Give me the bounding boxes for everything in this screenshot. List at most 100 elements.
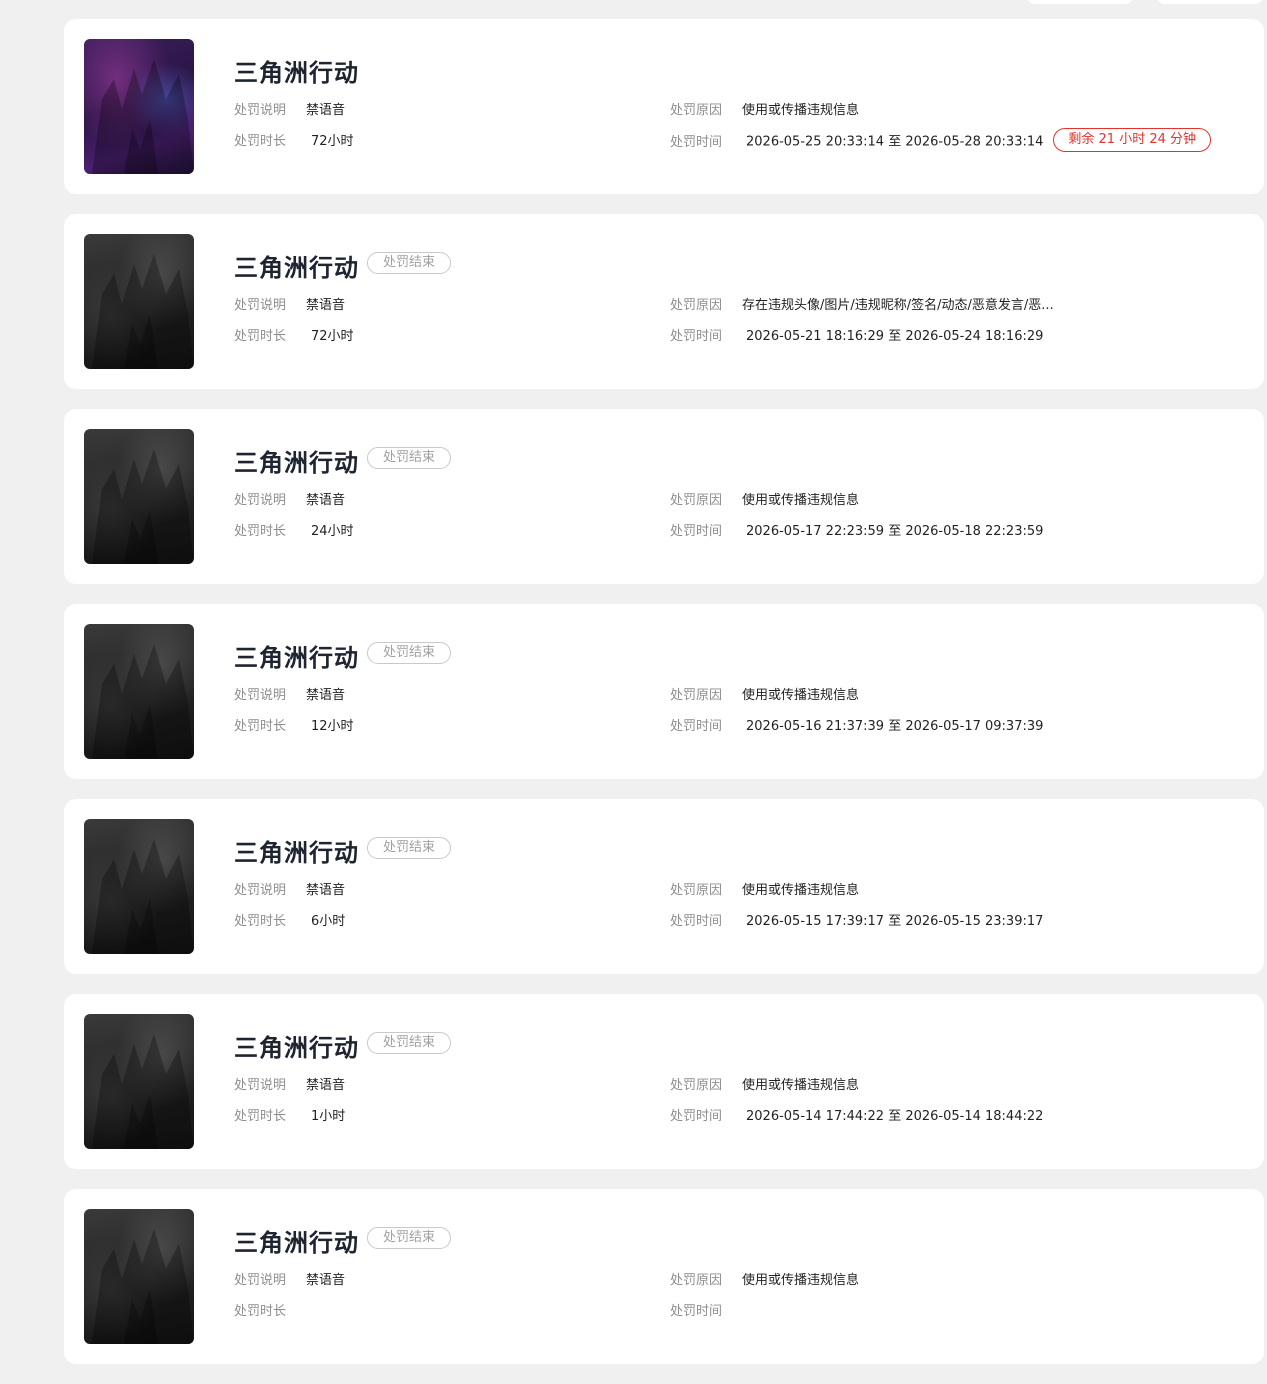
reason-label: 处罚原因 <box>670 1078 723 1093</box>
desc-row: 处罚说明 禁语音 <box>234 1074 345 1093</box>
game-title: 三角洲行动 <box>234 449 359 477</box>
duration-label: 处罚时长 <box>234 1304 287 1319</box>
time-row: 处罚时间 2026-05-14 17:44:22 至 2026-05-14 18:… <box>670 1105 1043 1124</box>
desc-label: 处罚说明 <box>234 103 287 118</box>
desc-row: 处罚说明 禁语音 <box>234 294 345 313</box>
desc-value: 禁语音 <box>306 298 346 313</box>
penalty-record-card: 三角洲行动 处罚结束处罚说明 禁语音处罚时长 6小时 处罚原因 使用或传播违规信息处罚时间… <box>64 799 1264 974</box>
reason-label: 处罚原因 <box>670 883 723 898</box>
reason-row: 处罚原因 使用或传播违规信息 <box>670 99 859 118</box>
duration-value: 6小时 <box>311 914 346 929</box>
game-cover-image <box>84 819 194 954</box>
reason-row: 处罚原因 使用或传播违规信息 <box>670 879 859 898</box>
game-title: 三角洲行动 <box>234 1229 359 1257</box>
duration-value: 1小时 <box>311 1109 346 1124</box>
game-cover-image <box>84 1014 194 1149</box>
time-row: 处罚时间 2026-05-21 18:16:29 至 2026-05-24 18:… <box>670 325 1043 344</box>
penalty-record-card: 三角洲行动 处罚结束处罚说明 禁语音处罚时长 1小时 处罚原因 使用或传播违规信息处罚时间… <box>64 994 1264 1169</box>
duration-row: 处罚时长 12小时 <box>234 715 354 734</box>
top-filter-button-1[interactable] <box>1026 0 1134 4</box>
remaining-time-badge: 剩余 21 小时 24 分钟 <box>1053 128 1212 152</box>
penalty-record-card: 三角洲行动 处罚结束处罚说明 禁语音处罚时长 72小时 处罚原因 存在违规头像/图片/违规… <box>64 214 1264 389</box>
time-row: 处罚时间 2026-05-16 21:37:39 至 2026-05-17 09:… <box>670 715 1043 734</box>
status-badge-ended: 处罚结束 <box>367 1227 451 1249</box>
desc-label: 处罚说明 <box>234 1078 287 1093</box>
status-badge-ended: 处罚结束 <box>367 837 451 859</box>
duration-label: 处罚时长 <box>234 134 287 149</box>
reason-label: 处罚原因 <box>670 298 723 313</box>
game-title: 三角洲行动 <box>234 254 359 282</box>
time-value: 2026-05-25 20:33:14 至 2026-05-28 20:33:1… <box>746 134 1044 150</box>
reason-label: 处罚原因 <box>670 688 723 703</box>
duration-label: 处罚时长 <box>234 329 287 344</box>
penalty-record-card: 三角洲行动 处罚结束 处罚说明 禁语音 处罚时长 12小时 处罚原因 使用或传播违规信息 处罚时… <box>64 604 1264 779</box>
time-value: 2026-05-16 21:37:39 至 2026-05-17 09:37:3… <box>746 719 1044 734</box>
penalty-record-card: 三角洲行动 处罚结束处罚说明 禁语音处罚时长 24小时 处罚原因 使用或传播违规信息处罚时… <box>64 409 1264 584</box>
time-row: 处罚时间 2026-05-17 22:23:59 至 2026-05-18 22:… <box>670 520 1043 539</box>
duration-row: 处罚时长 <box>234 1300 311 1319</box>
time-label: 处罚时间 <box>670 719 723 734</box>
desc-label: 处罚说明 <box>234 1273 287 1288</box>
time-value: 2026-05-17 22:23:59 至 2026-05-18 22:23:5… <box>746 524 1044 539</box>
desc-label: 处罚说明 <box>234 688 287 703</box>
duration-row: 处罚时长 24小时 <box>234 520 354 539</box>
duration-row: 处罚时长 72小时 <box>234 130 354 149</box>
time-row: 处罚时间 <box>670 1300 746 1319</box>
penalty-record-card: 三角洲行动 处罚说明 禁语音 处罚时长 72小时 处罚原因 使用或传播违规信息 处罚时间 202… <box>64 19 1264 194</box>
duration-label: 处罚时长 <box>234 524 287 539</box>
desc-label: 处罚说明 <box>234 883 287 898</box>
status-badge-ended: 处罚结束 <box>367 252 451 274</box>
reason-row: 处罚原因 使用或传播违规信息 <box>670 1074 859 1093</box>
status-badge-ended: 处罚结束 <box>367 642 451 664</box>
desc-value: 禁语音 <box>306 493 346 508</box>
reason-row: 处罚原因 存在违规头像/图片/违规昵称/签名/动态/恶意发言/恶... <box>670 294 1054 313</box>
reason-label: 处罚原因 <box>670 1273 723 1288</box>
duration-label: 处罚时长 <box>234 719 287 734</box>
game-cover-image <box>84 429 194 564</box>
game-title: 三角洲行动 <box>234 1034 359 1062</box>
duration-value: 12小时 <box>311 719 354 734</box>
game-cover-image <box>84 234 194 369</box>
penalty-record-card: 三角洲行动 处罚结束处罚说明 禁语音处罚时长 处罚原因 使用或传播违规信息处罚时间 <box>64 1189 1264 1364</box>
reason-value: 使用或传播违规信息 <box>742 1078 860 1093</box>
reason-value: 使用或传播违规信息 <box>742 688 860 703</box>
duration-row: 处罚时长 1小时 <box>234 1105 345 1124</box>
time-row: 处罚时间 2026-05-25 20:33:14 至 2026-05-28 20:… <box>670 128 1212 154</box>
reason-value: 使用或传播违规信息 <box>742 1273 860 1288</box>
desc-label: 处罚说明 <box>234 298 287 313</box>
time-label: 处罚时间 <box>670 524 723 539</box>
reason-row: 处罚原因 使用或传播违规信息 <box>670 684 859 703</box>
reason-value: 使用或传播违规信息 <box>742 493 860 508</box>
time-label: 处罚时间 <box>670 1304 723 1319</box>
reason-label: 处罚原因 <box>670 103 723 118</box>
desc-value: 禁语音 <box>306 883 346 898</box>
game-cover-image <box>84 624 194 759</box>
duration-label: 处罚时长 <box>234 1109 287 1124</box>
reason-value: 存在违规头像/图片/违规昵称/签名/动态/恶意发言/恶... <box>742 298 1054 313</box>
top-filter-button-2[interactable] <box>1156 0 1264 4</box>
status-badge-ended: 处罚结束 <box>367 447 451 469</box>
reason-row: 处罚原因 使用或传播违规信息 <box>670 489 859 508</box>
duration-value: 72小时 <box>311 329 354 344</box>
desc-row: 处罚说明 禁语音 <box>234 879 345 898</box>
duration-row: 处罚时长 6小时 <box>234 910 345 929</box>
time-value: 2026-05-15 17:39:17 至 2026-05-15 23:39:1… <box>746 914 1044 929</box>
desc-value: 禁语音 <box>306 688 346 703</box>
reason-value: 使用或传播违规信息 <box>742 883 860 898</box>
reason-row: 处罚原因 使用或传播违规信息 <box>670 1269 859 1288</box>
desc-row: 处罚说明 禁语音 <box>234 489 345 508</box>
desc-value: 禁语音 <box>306 103 346 118</box>
time-label: 处罚时间 <box>670 329 723 344</box>
desc-value: 禁语音 <box>306 1273 346 1288</box>
duration-value: 24小时 <box>311 524 354 539</box>
game-title: 三角洲行动 <box>234 839 359 867</box>
duration-label: 处罚时长 <box>234 914 287 929</box>
desc-row: 处罚说明 禁语音 <box>234 99 345 118</box>
reason-label: 处罚原因 <box>670 493 723 508</box>
time-label: 处罚时间 <box>670 1109 723 1124</box>
time-label: 处罚时间 <box>670 914 723 929</box>
duration-row: 处罚时长 72小时 <box>234 325 354 344</box>
time-label: 处罚时间 <box>670 134 723 150</box>
status-badge-ended: 处罚结束 <box>367 1032 451 1054</box>
game-cover-image <box>84 1209 194 1344</box>
